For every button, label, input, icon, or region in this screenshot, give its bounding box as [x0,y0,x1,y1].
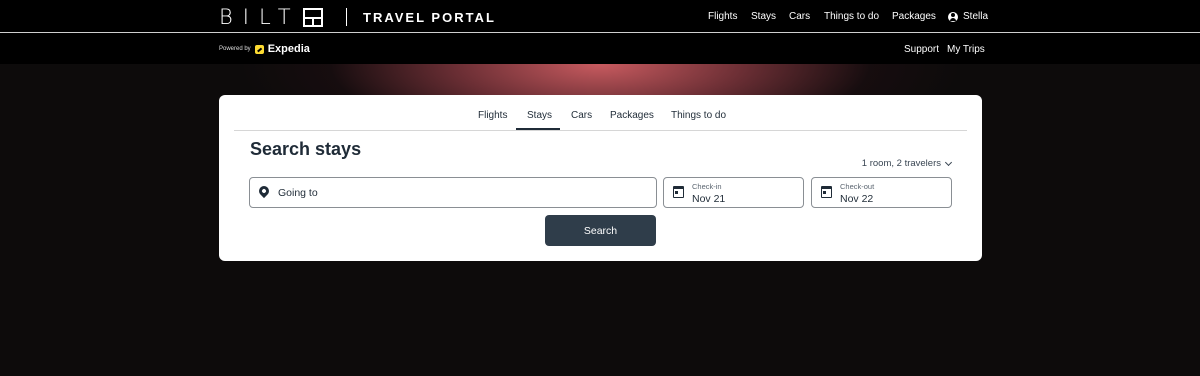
tab-things-to-do[interactable]: Things to do [671,110,726,121]
tab-flights[interactable]: Flights [478,110,507,121]
checkout-value: Nov 22 [840,193,874,205]
checkout-field[interactable]: Check-out Nov 22 [811,177,952,208]
user-menu[interactable]: Stella [948,11,988,22]
search-tabs: Flights Stays Cars Packages Things to do [234,95,967,131]
sub-header [0,34,1200,64]
tab-cars[interactable]: Cars [571,110,592,121]
checkin-value: Nov 21 [692,193,726,205]
tab-stays[interactable]: Stays [527,110,552,121]
destination-placeholder: Going to [278,187,318,199]
nav-things-to-do[interactable]: Things to do [824,11,879,22]
calendar-icon [673,186,684,198]
powered-by-expedia: Powered by Expedia [219,43,310,55]
expedia-icon [254,44,264,54]
calendar-icon [821,186,832,198]
powered-by-text: Powered by [219,46,251,52]
user-icon [948,11,958,22]
active-tab-indicator [516,128,560,130]
top-header: BILT TRAVEL PORTAL Flights Stays Cars Th… [0,0,1200,33]
checkout-label: Check-out [840,182,875,191]
tab-packages[interactable]: Packages [610,110,654,121]
page-title: Search stays [250,139,362,159]
main-nav: Flights Stays Cars Things to do Packages… [0,11,1200,25]
travelers-text: 1 room, 2 travelers [861,158,941,169]
destination-input[interactable]: Going to [249,177,657,208]
nav-cars[interactable]: Cars [789,11,810,22]
chevron-down-icon [944,158,953,166]
my-trips-link[interactable]: My Trips [947,44,985,55]
location-pin-icon [256,183,272,199]
nav-flights[interactable]: Flights [708,11,737,22]
checkin-label: Check-in [692,182,722,191]
expedia-name: Expedia [267,43,310,55]
user-name: Stella [963,11,989,22]
nav-stays[interactable]: Stays [751,11,776,22]
search-card: Flights Stays Cars Packages Things to do… [219,95,982,261]
search-button[interactable]: Search [545,215,656,246]
checkin-field[interactable]: Check-in Nov 21 [663,177,804,208]
travelers-selector[interactable]: 1 room, 2 travelers [861,158,953,169]
support-link[interactable]: Support [904,44,939,55]
nav-packages[interactable]: Packages [892,11,936,22]
